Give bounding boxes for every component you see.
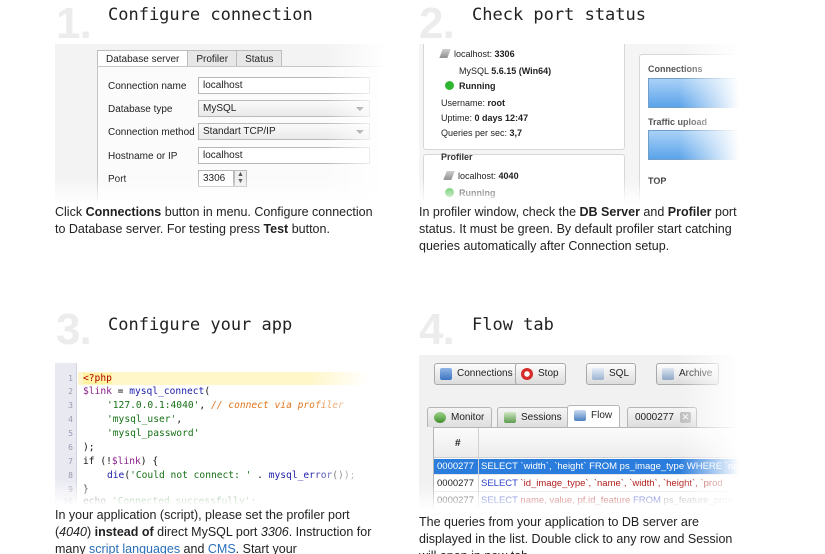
port-label: Port [108, 174, 127, 185]
line-number: 5 [68, 429, 73, 438]
port-status-screenshot: localhost: 3306 MySQL 5.6.15 (Win64) Run… [419, 44, 739, 204]
port-field[interactable]: 3306 [198, 170, 234, 187]
stop-icon [521, 368, 533, 380]
connections-icon [440, 368, 452, 380]
step-2-caption: In profiler window, check the DB Server … [419, 205, 737, 253]
line-number: 10 [63, 497, 73, 505]
profiler-section-title: Profiler [441, 152, 473, 162]
tab-status[interactable]: Status [236, 50, 283, 67]
code-line: echo 'Connected successfully'; [83, 496, 257, 505]
code-line: if (!$link) { [83, 456, 159, 467]
connection-name-field[interactable]: localhost [198, 77, 370, 94]
status-ok-icon [445, 188, 454, 197]
connection-method-label: Connection method [108, 127, 195, 138]
line-number: 3 [68, 401, 73, 410]
cms-link[interactable]: CMS [208, 542, 236, 554]
step-title: Configure your app [108, 315, 293, 335]
step-3-caption: In your application (script), please set… [55, 508, 372, 554]
sessions-icon [504, 412, 516, 423]
database-type-label: Database type [108, 104, 173, 115]
connections-graph-title: Connections [648, 64, 703, 74]
grid-header: # [434, 428, 739, 458]
flow-tab-screenshot: Connections Stop SQL Archive Monitor Ses… [419, 355, 739, 510]
tab-monitor[interactable]: Monitor [427, 407, 493, 427]
code-line: ); [83, 442, 95, 453]
hostname-label: Hostname or IP [108, 151, 178, 162]
tab-profiler[interactable]: Profiler [187, 50, 238, 67]
connection-method-select[interactable]: Standart TCP/IP [198, 123, 370, 140]
line-number: 6 [68, 443, 73, 452]
profiler-running-status: Running [445, 188, 496, 198]
line-number: 1 [68, 374, 73, 383]
table-row[interactable]: 0000277 SELECT name, value, pf.id_featur… [434, 493, 739, 509]
archive-button[interactable]: Archive [656, 363, 720, 385]
uptime-row: Uptime: 0 days 12:47 [441, 113, 529, 123]
code-line: 'mysql_password' [107, 428, 200, 439]
db-server-host: localhost: 3306 [439, 49, 515, 59]
code-line: <?php [83, 373, 112, 384]
step-title: Configure connection [108, 5, 313, 25]
tab-flow[interactable]: Flow [567, 405, 621, 427]
username-row: Username: root [441, 98, 506, 108]
db-server-running-status: Running [445, 81, 496, 91]
profiler-icon [443, 171, 455, 180]
monitor-icon [434, 412, 446, 423]
step-4-caption: The queries from your application to DB … [419, 515, 733, 554]
code-line: 'mysql_user', [107, 414, 183, 425]
server-icon [439, 49, 451, 58]
line-number: 2 [68, 387, 73, 396]
step-number: 4. [419, 305, 455, 354]
column-separator [478, 428, 479, 510]
connections-graph [648, 78, 739, 108]
step-title: Flow tab [472, 315, 554, 335]
line-number: 4 [68, 415, 73, 424]
code-line: } [83, 484, 89, 495]
top-section-title: TOP [648, 176, 667, 186]
tab-sessions[interactable]: Sessions [497, 407, 570, 427]
table-row[interactable]: 0000277 SELECT `width`, `height` FROM ps… [434, 459, 739, 475]
script-languages-link[interactable]: script languages [89, 542, 180, 554]
database-type-select[interactable]: MySQL [198, 100, 370, 117]
step-title: Check port status [472, 5, 646, 25]
current-line-highlight [78, 372, 369, 385]
traffic-graph [648, 130, 739, 160]
status-ok-icon [445, 81, 454, 90]
tab-session-0000277[interactable]: 0000277 ✕ [627, 407, 697, 427]
profiler-host: localhost: 4040 [443, 171, 519, 181]
php-code-screenshot: 1 2 3 4 5 6 7 8 9 10 <?php $link = mysql… [55, 363, 369, 505]
qps-row: Queries per sec: 3,7 [441, 128, 523, 138]
connections-button[interactable]: Connections [434, 363, 520, 385]
close-icon[interactable]: ✕ [679, 412, 691, 423]
sql-icon [592, 368, 604, 380]
step-number: 3. [56, 305, 92, 354]
step-number: 2. [419, 0, 455, 48]
flow-query-grid: # 0000277 SELECT `width`, `height` FROM … [433, 427, 739, 510]
table-row[interactable]: 0000277 SELECT `id_image_type`, `name`, … [434, 476, 739, 492]
stop-button[interactable]: Stop [515, 363, 566, 385]
connection-name-label: Connection name [108, 81, 187, 92]
line-number: 9 [68, 485, 73, 494]
port-stepper[interactable]: ▲ ▼ [234, 170, 247, 187]
code-line: $link = mysql_connect( [83, 386, 211, 397]
flow-icon [574, 410, 586, 421]
mysql-version: MySQL 5.6.15 (Win64) [459, 66, 552, 76]
archive-icon [662, 368, 674, 380]
sql-button[interactable]: SQL [586, 363, 637, 385]
settings-panel: Connection name localhost Database type … [97, 66, 385, 204]
connection-settings-screenshot: Database server Profiler Status Connecti… [55, 44, 385, 204]
step-number: 1. [56, 0, 92, 48]
hostname-field[interactable]: localhost [198, 147, 370, 164]
traffic-graph-title: Traffic upload [648, 117, 708, 127]
line-number: 7 [68, 457, 73, 466]
code-line: die('Could not connect: ' . mysql_error(… [107, 470, 356, 481]
step-1-caption: Click Connections button in menu. Config… [55, 205, 373, 236]
line-number: 8 [68, 471, 73, 480]
code-line: '127.0.0.1:4040', // connect via profile… [107, 400, 344, 411]
